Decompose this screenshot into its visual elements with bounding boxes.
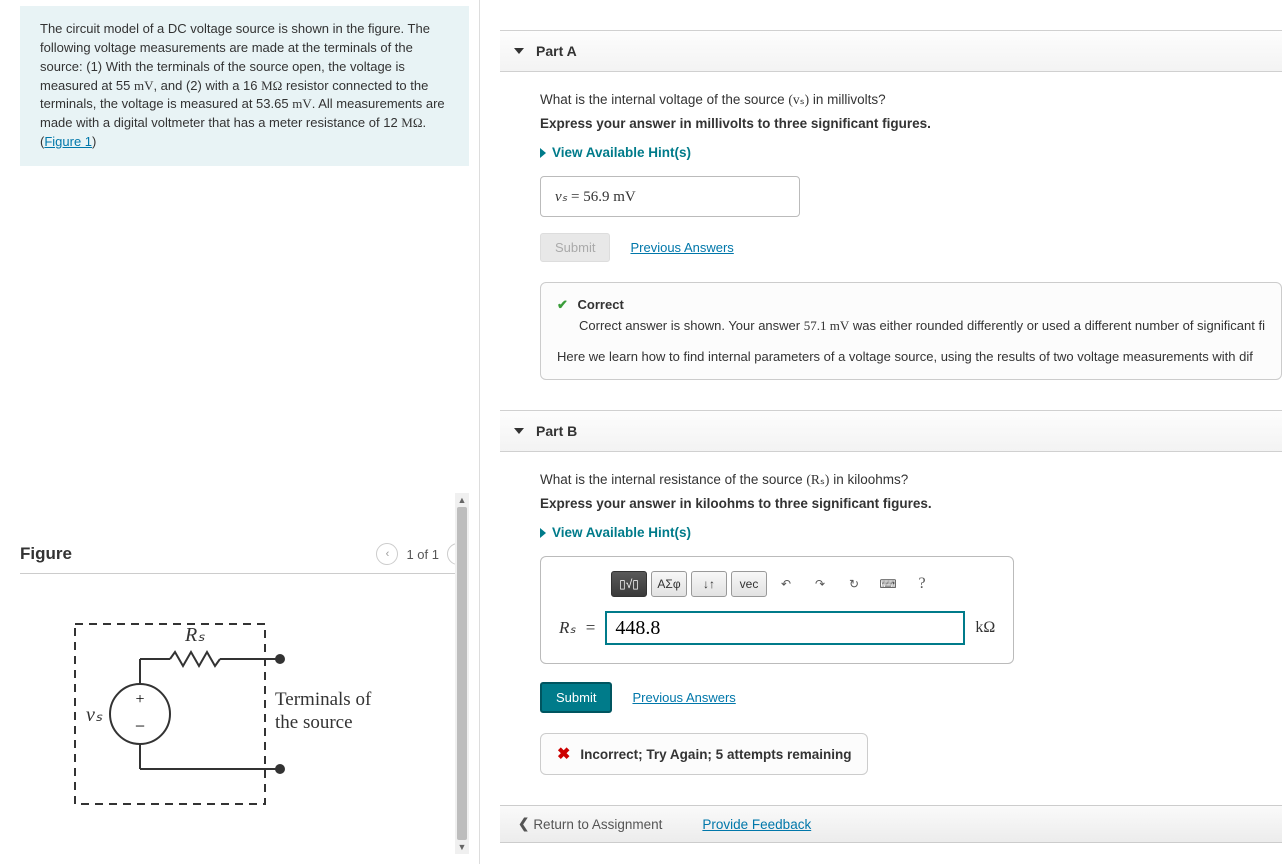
terminals-label: the source (275, 712, 371, 735)
part-b-instruction: Express your answer in kiloohms to three… (540, 496, 1282, 511)
caret-down-icon (514, 48, 524, 54)
check-icon: ✔ (557, 297, 568, 312)
svg-text:−: − (135, 716, 145, 736)
figure-panel: Figure ‹ 1 of 1 › (20, 543, 469, 844)
circuit-diagram: + − Rₛ vₛ Terminals of the source (20, 604, 440, 844)
feedback-msg: Incorrect; Try Again; 5 attempts remaini… (580, 747, 851, 762)
feedback-title: Correct (578, 297, 624, 312)
unit-mohm: MΩ (261, 78, 282, 93)
chevron-left-icon: ❮ (518, 816, 529, 832)
answer-editor: ▯√▯ ΑΣφ ↓↑ vec ↶ ↷ ↻ ⌨ ? Rₛ = kΩ (540, 556, 1014, 664)
caret-down-icon (514, 428, 524, 434)
figure-title: Figure (20, 544, 72, 564)
vec-button[interactable]: vec (731, 571, 767, 597)
redo-button[interactable]: ↷ (805, 571, 835, 597)
bottom-bar: ❮ Return to Assignment Provide Feedback (500, 805, 1282, 843)
part-a-hints-link[interactable]: View Available Hint(s) (540, 145, 1282, 160)
rs-label: Rₛ (185, 622, 205, 647)
equation-toolbar: ▯√▯ ΑΣφ ↓↑ vec ↶ ↷ ↻ ⌨ ? (611, 571, 995, 597)
variable-vs: (vₛ) (788, 92, 809, 107)
part-b-answer-input[interactable] (605, 611, 965, 645)
scroll-up-icon[interactable]: ▲ (455, 493, 469, 507)
your-answer: 57.1 mV (804, 318, 850, 333)
triangle-right-icon (540, 528, 546, 538)
undo-button[interactable]: ↶ (771, 571, 801, 597)
part-a-previous-answers-link[interactable]: Previous Answers (630, 240, 733, 255)
subsup-button[interactable]: ↓↑ (691, 571, 727, 597)
problem-text: ) (92, 134, 96, 149)
scroll-thumb[interactable] (457, 507, 467, 840)
greek-button[interactable]: ΑΣφ (651, 571, 687, 597)
figure-scrollbar[interactable]: ▲ ▼ (455, 493, 469, 854)
problem-statement: The circuit model of a DC voltage source… (20, 6, 469, 166)
figure-link[interactable]: Figure 1 (44, 134, 92, 149)
part-b-title: Part B (536, 423, 577, 439)
terminals-label: Terminals of (275, 689, 371, 712)
part-b-feedback: ✖ Incorrect; Try Again; 5 attempts remai… (540, 733, 868, 775)
svg-text:+: + (135, 691, 144, 708)
part-a-answer-box: vₛ = 56.9 mV (540, 176, 800, 217)
answer-unit: mV (609, 189, 635, 205)
answer-unit: kΩ (975, 619, 995, 637)
part-a-submit-button: Submit (540, 233, 610, 262)
feedback-note: Here we learn how to find internal param… (557, 347, 1265, 368)
x-icon: ✖ (557, 744, 570, 764)
part-b-previous-answers-link[interactable]: Previous Answers (632, 690, 735, 705)
part-a-feedback: ✔ Correct Correct answer is shown. Your … (540, 282, 1282, 380)
keyboard-button[interactable]: ⌨ (873, 571, 903, 597)
return-to-assignment-link[interactable]: ❮ Return to Assignment (518, 816, 662, 832)
part-a-instruction: Express your answer in millivolts to thr… (540, 116, 1282, 131)
provide-feedback-link[interactable]: Provide Feedback (702, 817, 811, 832)
part-a-header[interactable]: Part A (500, 30, 1282, 72)
problem-text: , and (2) with a 16 (153, 78, 261, 93)
part-b-submit-button[interactable]: Submit (540, 682, 612, 713)
vs-label: vₛ (86, 702, 102, 727)
figure-counter: 1 of 1 (406, 547, 439, 562)
answer-var: vₛ (555, 189, 567, 205)
answer-value: 56.9 (583, 189, 609, 205)
reset-button[interactable]: ↻ (839, 571, 869, 597)
variable-rs: (Rₛ) (806, 472, 829, 487)
triangle-right-icon (540, 148, 546, 158)
part-a-question: What is the internal voltage of the sour… (540, 92, 1282, 108)
templates-button[interactable]: ▯√▯ (611, 571, 647, 597)
part-b-question: What is the internal resistance of the s… (540, 472, 1282, 488)
unit-mv: mV (292, 96, 312, 111)
unit-mohm: MΩ (401, 115, 422, 130)
part-b-header[interactable]: Part B (500, 410, 1282, 452)
answer-var: Rₛ (559, 618, 576, 638)
part-b-hints-link[interactable]: View Available Hint(s) (540, 525, 1282, 540)
part-a-title: Part A (536, 43, 577, 59)
scroll-down-icon[interactable]: ▼ (455, 840, 469, 854)
figure-prev-button[interactable]: ‹ (376, 543, 398, 565)
help-button[interactable]: ? (907, 571, 937, 597)
unit-mv: mV (134, 78, 154, 93)
